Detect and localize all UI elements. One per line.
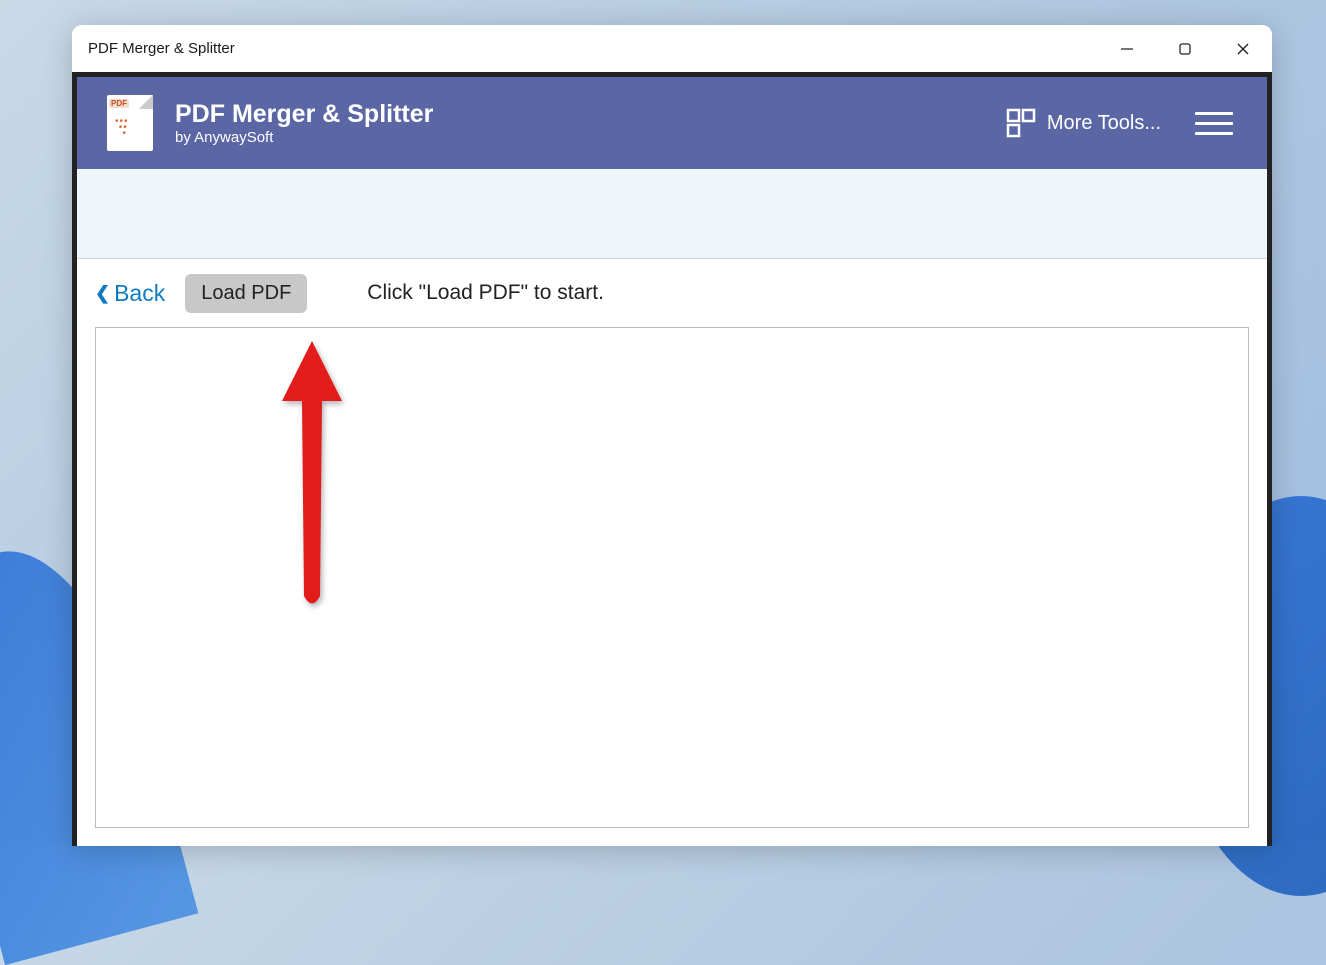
back-button[interactable]: ❮ Back: [95, 280, 165, 307]
hamburger-icon: [1195, 112, 1233, 115]
hamburger-icon: [1195, 122, 1233, 125]
app-header-right: More Tools...: [1005, 107, 1237, 139]
app-window: PDF Merger & Splitter PDF ••• •• • PDF M…: [72, 25, 1272, 846]
close-icon: [1236, 42, 1250, 56]
logo-dots-icon: ••• •• •: [115, 119, 129, 137]
chevron-left-icon: ❮: [95, 283, 110, 304]
close-button[interactable]: [1214, 25, 1272, 72]
menu-button[interactable]: [1191, 108, 1237, 139]
grid-icon: [1005, 107, 1037, 139]
app-title: PDF Merger & Splitter: [175, 100, 433, 129]
toolbar: ❮ Back Load PDF Click "Load PDF" to star…: [77, 259, 1267, 327]
logo-pdf-badge: PDF: [109, 99, 129, 108]
window-controls: [1098, 25, 1272, 72]
app-logo-icon: PDF ••• •• •: [107, 95, 153, 151]
window-title: PDF Merger & Splitter: [88, 40, 235, 57]
pdf-drop-zone[interactable]: [95, 327, 1249, 828]
hint-text: Click "Load PDF" to start.: [367, 281, 604, 305]
load-pdf-button[interactable]: Load PDF: [185, 274, 307, 313]
minimize-button[interactable]: [1098, 25, 1156, 72]
app-frame: PDF ••• •• • PDF Merger & Splitter by An…: [72, 72, 1272, 846]
back-label: Back: [114, 280, 165, 307]
more-tools-label: More Tools...: [1047, 112, 1161, 135]
more-tools-button[interactable]: More Tools...: [1005, 107, 1161, 139]
sub-header-bar: [77, 169, 1267, 259]
app-subtitle: by AnywaySoft: [175, 129, 433, 146]
hamburger-icon: [1195, 132, 1233, 135]
app-header: PDF ••• •• • PDF Merger & Splitter by An…: [77, 77, 1267, 169]
content-area: [77, 327, 1267, 846]
maximize-icon: [1178, 42, 1192, 56]
app-header-left: PDF ••• •• • PDF Merger & Splitter by An…: [107, 95, 433, 151]
app-title-block: PDF Merger & Splitter by AnywaySoft: [175, 100, 433, 146]
minimize-icon: [1120, 42, 1134, 56]
maximize-button[interactable]: [1156, 25, 1214, 72]
titlebar: PDF Merger & Splitter: [72, 25, 1272, 72]
